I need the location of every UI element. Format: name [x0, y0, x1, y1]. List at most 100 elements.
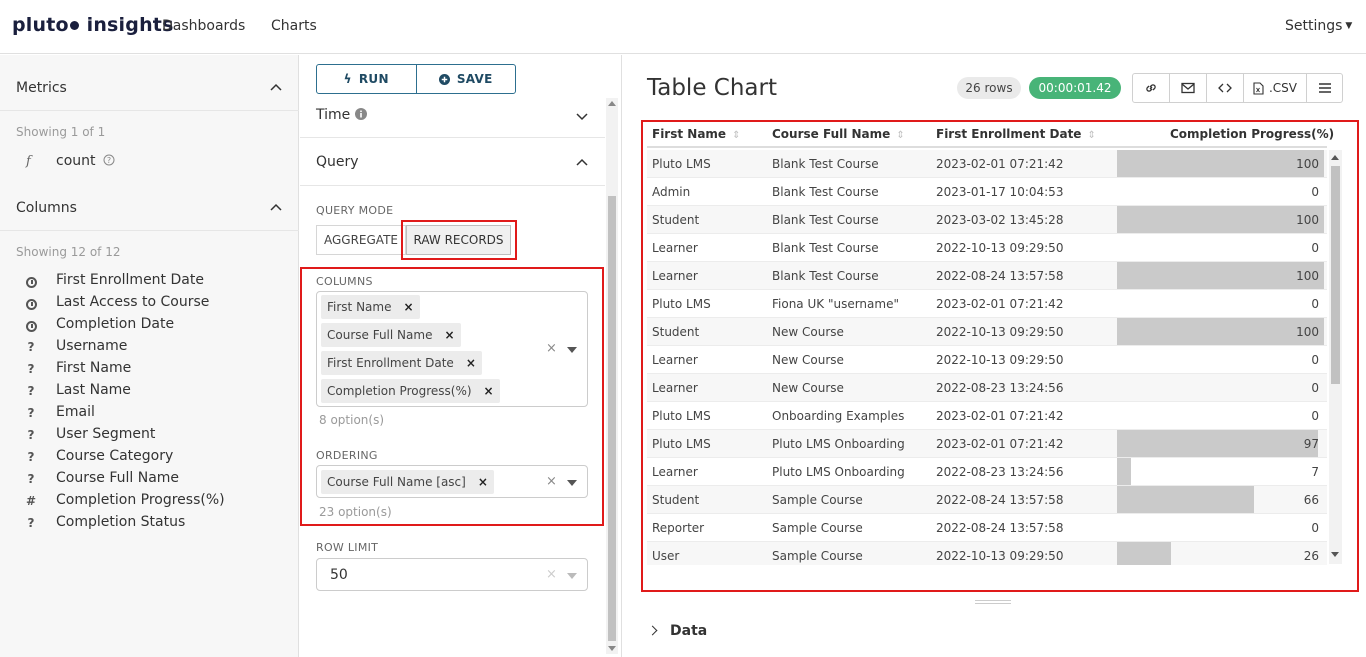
cell-course: Blank Test Course — [772, 157, 879, 171]
cell-first-name: Pluto LMS — [652, 437, 711, 451]
data-section-toggle[interactable]: Data — [647, 623, 707, 639]
column-item[interactable]: Completion Date — [0, 316, 299, 338]
nav-dashboards[interactable]: Dashboards — [162, 18, 245, 34]
column-item[interactable]: First Enrollment Date — [0, 272, 299, 294]
remove-tag-icon[interactable]: × — [444, 328, 454, 342]
sort-icon[interactable]: ⇕ — [896, 130, 904, 141]
column-tag[interactable]: First Enrollment Date × — [321, 351, 482, 375]
chevron-up-icon[interactable] — [270, 82, 282, 94]
cell-course: Fiona UK "username" — [772, 297, 899, 311]
chevron-up-icon[interactable] — [270, 202, 282, 214]
column-tag[interactable]: Completion Progress(%) × — [321, 379, 500, 403]
column-item[interactable]: ? Course Full Name — [0, 470, 299, 492]
string-type-icon: ? — [27, 340, 35, 354]
chevron-down-icon[interactable] — [576, 110, 588, 122]
column-item[interactable]: ? Username — [0, 338, 299, 360]
scroll-down-icon[interactable] — [1331, 552, 1339, 557]
column-header-enrollment-date[interactable]: First Enrollment Date ⇕ — [936, 127, 1096, 141]
column-item[interactable]: ? Completion Status — [0, 514, 299, 536]
remove-tag-icon[interactable]: × — [466, 356, 476, 370]
ordering-select[interactable]: Course Full Name [asc] × × — [316, 465, 588, 498]
column-item[interactable]: Last Access to Course — [0, 294, 299, 316]
scroll-down-icon[interactable] — [608, 646, 616, 651]
share-link-button[interactable] — [1133, 74, 1170, 102]
cell-first-name: Learner — [652, 241, 698, 255]
cell-first-name: Learner — [652, 269, 698, 283]
email-button[interactable] — [1170, 74, 1207, 102]
cell-first-name: Student — [652, 213, 700, 227]
metrics-header[interactable]: Metrics — [16, 80, 67, 96]
progress-bar — [1117, 262, 1324, 289]
more-options-button[interactable] — [1307, 74, 1342, 102]
cell-course: Blank Test Course — [772, 185, 879, 199]
cell-course: Sample Course — [772, 521, 863, 535]
ordering-tag[interactable]: Course Full Name [asc] × — [321, 470, 494, 494]
time-section-header[interactable]: Time — [316, 107, 367, 123]
row-limit-select[interactable]: 50 × — [316, 558, 588, 591]
export-csv-button[interactable]: .CSV — [1244, 74, 1307, 102]
column-item[interactable]: ? First Name — [0, 360, 299, 382]
cell-course: Blank Test Course — [772, 269, 879, 283]
settings-menu[interactable]: Settings ▼ — [1285, 18, 1352, 34]
columns-header[interactable]: Columns — [16, 200, 77, 216]
progress-bar — [1117, 458, 1132, 485]
remove-tag-icon[interactable]: × — [484, 384, 494, 398]
column-item[interactable]: ? Last Name — [0, 382, 299, 404]
string-type-icon: ? — [27, 428, 35, 442]
cell-progress: 7 — [1311, 465, 1319, 479]
remove-tag-icon[interactable]: × — [403, 300, 413, 314]
run-button[interactable]: ϟ RUN — [317, 65, 416, 93]
clear-icon[interactable]: × — [546, 567, 557, 582]
lightning-icon: ϟ — [343, 72, 352, 86]
scrollbar-thumb[interactable] — [1331, 166, 1340, 384]
columns-label: COLUMNS — [316, 275, 373, 288]
chevron-up-icon[interactable] — [576, 157, 588, 169]
scrollbar[interactable] — [606, 98, 618, 654]
table-scrollbar[interactable] — [1329, 150, 1342, 564]
column-item[interactable]: ? User Segment — [0, 426, 299, 448]
string-type-icon: ? — [27, 406, 35, 420]
clock-icon — [24, 274, 38, 291]
column-item[interactable]: ? Email — [0, 404, 299, 426]
scroll-up-icon[interactable] — [1331, 155, 1339, 160]
clear-icon[interactable]: × — [546, 341, 557, 356]
save-button[interactable]: SAVE — [415, 65, 516, 93]
table-row: Pluto LMS Fiona UK "username" 2023-02-01 0… — [647, 290, 1327, 318]
cell-progress: 0 — [1311, 297, 1319, 311]
table-row: Pluto LMS Onboarding Examples 2023-02-01 0… — [647, 402, 1327, 430]
column-tag[interactable]: Course Full Name × — [321, 323, 461, 347]
clear-icon[interactable]: × — [546, 474, 557, 489]
cell-first-name: Reporter — [652, 521, 705, 535]
column-item[interactable]: # Completion Progress(%) — [0, 492, 299, 514]
column-item[interactable]: ? Course Category — [0, 448, 299, 470]
embed-code-button[interactable] — [1207, 74, 1244, 102]
cell-course: Sample Course — [772, 493, 863, 507]
resize-handle[interactable] — [975, 600, 1011, 604]
query-section-header[interactable]: Query — [316, 154, 359, 170]
cell-enrollment-date: 2022-08-23 13:24:56 — [936, 381, 1064, 395]
caret-down-icon[interactable] — [567, 347, 577, 353]
caret-down-icon[interactable] — [567, 573, 577, 579]
sort-icon[interactable]: ⇕ — [732, 130, 740, 141]
scroll-up-icon[interactable] — [608, 101, 616, 106]
cell-progress: 97 — [1303, 437, 1319, 451]
sort-icon[interactable]: ⇕ — [1340, 130, 1342, 141]
column-tag[interactable]: First Name × — [321, 295, 420, 319]
remove-tag-icon[interactable]: × — [478, 475, 488, 489]
columns-select[interactable]: First Name × Course Full Name × First Enro… — [316, 291, 588, 407]
cell-progress: 0 — [1311, 241, 1319, 255]
scrollbar-thumb[interactable] — [608, 196, 616, 641]
nav-charts[interactable]: Charts — [271, 18, 317, 34]
column-header-first-name[interactable]: First Name ⇕ — [652, 127, 740, 141]
column-header-course[interactable]: Course Full Name ⇕ — [772, 127, 905, 141]
raw-records-mode-button[interactable]: RAW RECORDS — [406, 225, 511, 255]
metric-count[interactable]: f count ? — [16, 153, 115, 169]
cell-enrollment-date: 2022-10-13 09:29:50 — [936, 241, 1064, 255]
aggregate-mode-button[interactable]: AGGREGATE — [316, 225, 406, 255]
string-type-icon: ? — [27, 472, 35, 486]
caret-down-icon[interactable] — [567, 480, 577, 486]
mail-icon — [1181, 82, 1195, 94]
column-header-progress[interactable]: Completion Progress(%)⇕ — [1170, 127, 1342, 141]
sort-icon[interactable]: ⇕ — [1087, 130, 1095, 141]
app-logo[interactable]: pluto insights — [12, 14, 174, 36]
